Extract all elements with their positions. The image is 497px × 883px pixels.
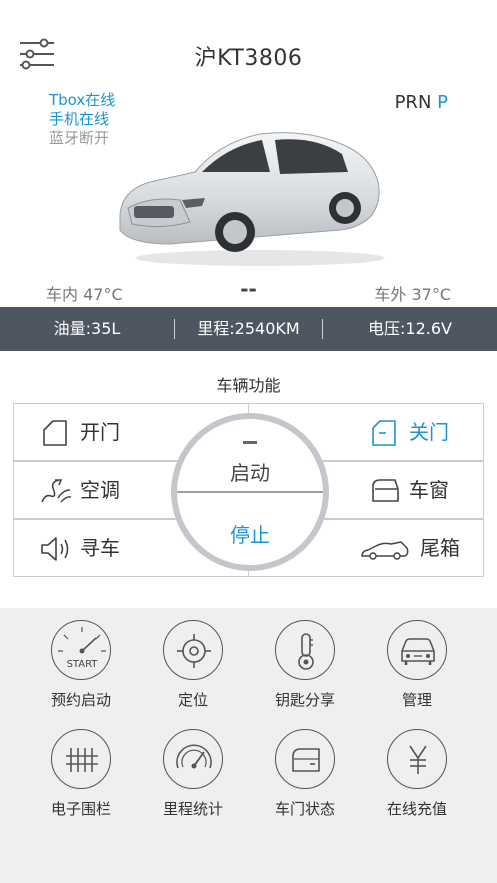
fence-icon — [51, 729, 111, 789]
key-share-icon — [275, 620, 335, 680]
yuan-icon — [387, 729, 447, 789]
window-label: 车窗 — [409, 478, 449, 502]
dial-indicator — [243, 441, 257, 444]
open-door-label: 开门 — [80, 420, 120, 444]
page-title: 沪KT3806 — [194, 46, 303, 71]
grid-item-label: 定位 — [177, 691, 208, 709]
door-status-item[interactable]: 车门状态 — [249, 729, 361, 829]
car-image — [119, 132, 385, 266]
gear-current: P — [437, 92, 448, 113]
grid-item-label: 在线充值 — [386, 800, 447, 818]
gear-options: PRN — [394, 92, 432, 113]
grid-item-label: 电子围栏 — [50, 800, 111, 818]
tbox-status: Tbox在线 — [49, 91, 116, 109]
outside-temperature: 车外 37°C — [374, 285, 451, 304]
air-conditioner-label: 空调 — [80, 478, 120, 502]
geofence-item[interactable]: 电子围栏 — [25, 729, 137, 829]
car-manage-icon — [387, 620, 447, 680]
grid-item-label: 车门状态 — [274, 800, 335, 818]
door-closed-icon — [372, 420, 396, 446]
speedometer-icon — [163, 729, 223, 789]
feature-grid: START 预约启动 定位 钥匙分享 管理 电子围栏 里程统计 车门状态 在线充… — [0, 608, 497, 883]
trunk-label: 尾箱 — [420, 536, 460, 560]
car-trunk-icon — [361, 541, 409, 560]
air-conditioner-icon — [41, 479, 72, 503]
vehicle-info-bar: 油量:35L 里程:2540KM 电压:12.6V — [0, 307, 497, 351]
grid-item-label: 里程统计 — [162, 800, 223, 818]
engine-dial: 启动 停止 — [171, 413, 329, 571]
online-recharge-item[interactable]: 在线充值 — [361, 729, 473, 829]
find-car-label: 寻车 — [80, 536, 120, 560]
dial-divider — [177, 491, 323, 493]
grid-item-label: 钥匙分享 — [274, 691, 335, 709]
mileage: 里程:2540KM — [197, 319, 300, 338]
fuel-level: 油量:35L — [53, 319, 121, 338]
key-share-item[interactable]: 钥匙分享 — [249, 620, 361, 720]
phone-status: 手机在线 — [49, 110, 110, 128]
car-window-icon — [372, 479, 399, 502]
svg-text:START: START — [67, 659, 99, 670]
manage-item[interactable]: 管理 — [361, 620, 473, 720]
location-item[interactable]: 定位 — [137, 620, 249, 720]
close-door-label: 关门 — [409, 420, 449, 444]
mileage-stats-item[interactable]: 里程统计 — [137, 729, 249, 829]
engine-dial-face: 启动 停止 — [177, 419, 323, 565]
connection-status: Tbox在线 手机在线 蓝牙断开 — [49, 91, 115, 148]
functions-title: 车辆功能 — [216, 376, 281, 395]
bluetooth-status: 蓝牙断开 — [49, 129, 110, 147]
gear-indicator: PRN P — [395, 92, 448, 113]
engine-stop-button[interactable]: 停止 — [177, 519, 323, 548]
voltage: 电压:12.6V — [368, 319, 452, 338]
grid-item-label: 管理 — [401, 691, 432, 709]
engine-start-button[interactable]: 启动 — [177, 457, 323, 486]
location-target-icon — [163, 620, 223, 680]
scheduled-start-item[interactable]: START 预约启动 — [25, 620, 137, 720]
door-status-icon — [275, 729, 335, 789]
door-open-icon — [43, 420, 67, 446]
grid-item-label: 预约启动 — [50, 691, 111, 709]
horn-speaker-icon — [41, 537, 69, 561]
start-gauge-icon: START — [51, 620, 111, 680]
